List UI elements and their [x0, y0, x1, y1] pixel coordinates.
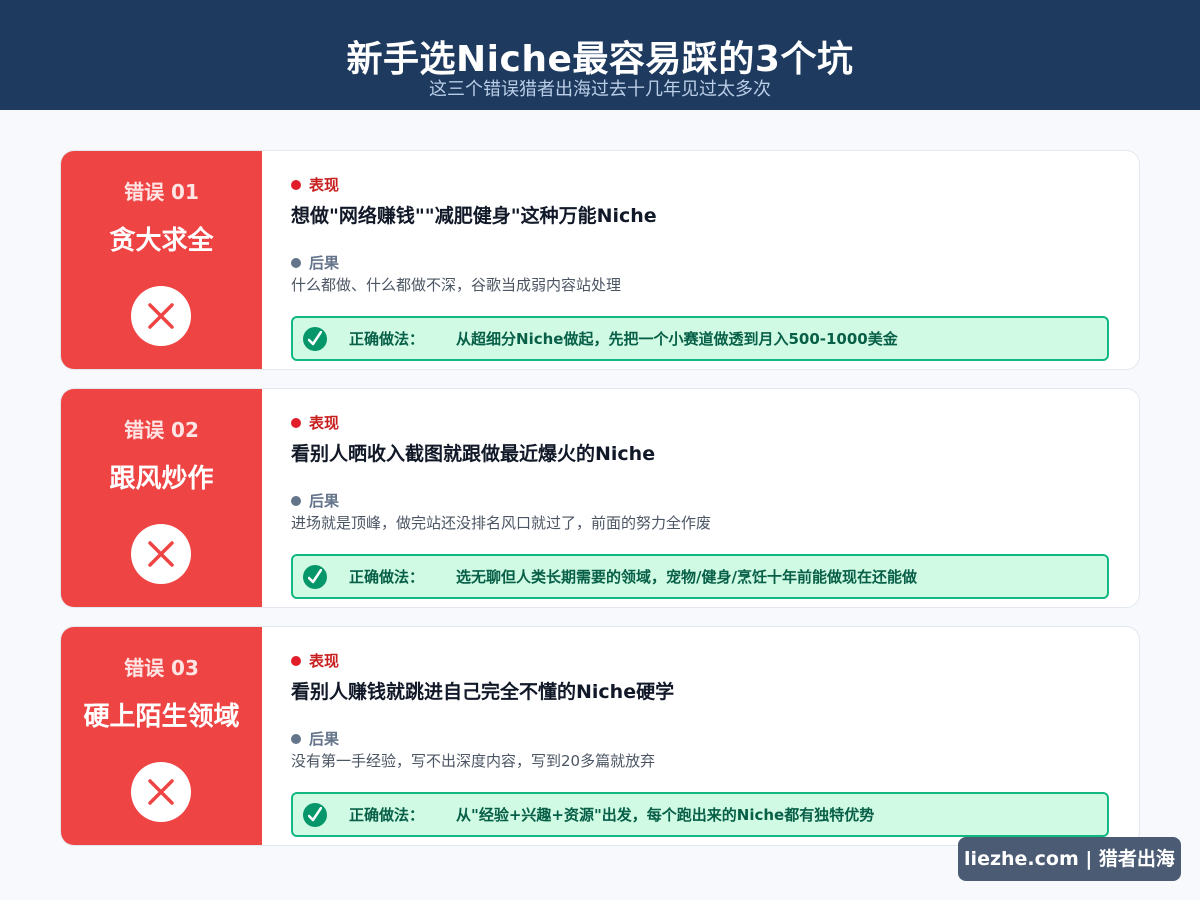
fix-text: 从超细分Niche做起，先把一个小赛道做透到月入500-1000美金 — [456, 330, 898, 348]
behavior-label-row: 表现 — [291, 175, 339, 195]
mistake-badge-panel: 错误 02 跟风炒作 — [61, 389, 262, 607]
mistake-details: 表现 看别人晒收入截图就跟做最近爆火的Niche 后果 进场就是顶峰，做完站还没… — [291, 389, 1109, 607]
behavior-label-row: 表现 — [291, 413, 339, 433]
consequence-label-row: 后果 — [291, 253, 339, 273]
fix-box: 正确做法： 选无聊但人类长期需要的领域，宠物/健身/烹饪十年前能做现在还能做 — [291, 554, 1109, 599]
fix-label: 正确做法： — [349, 568, 425, 586]
gray-dot-icon — [291, 258, 301, 268]
mistake-card-03: 错误 03 硬上陌生领域 表现 看别人赚钱就跳进自己完全不懂的Niche硬学 后… — [60, 626, 1140, 846]
behavior-text: 想做"网络赚钱""减肥健身"这种万能Niche — [291, 205, 657, 227]
fix-label: 正确做法： — [349, 330, 425, 348]
mistake-name: 贪大求全 — [109, 226, 214, 256]
check-circle-icon — [303, 326, 327, 351]
consequence-text: 什么都做、什么都做不深，谷歌当成弱内容站处理 — [291, 276, 622, 294]
fix-box: 正确做法： 从"经验+兴趣+资源"出发，每个跑出来的Niche都有独特优势 — [291, 792, 1109, 837]
mistake-number: 错误 01 — [124, 180, 199, 204]
check-circle-icon — [303, 564, 327, 589]
fix-text: 选无聊但人类长期需要的领域，宠物/健身/烹饪十年前能做现在还能做 — [456, 568, 917, 586]
consequence-text: 进场就是顶峰，做完站还没排名风口就过了，前面的努力全作废 — [291, 514, 712, 532]
fix-text: 从"经验+兴趣+资源"出发，每个跑出来的Niche都有独特优势 — [456, 806, 875, 824]
consequence-label: 后果 — [309, 492, 340, 510]
behavior-label: 表现 — [309, 176, 340, 194]
consequence-label-row: 后果 — [291, 491, 339, 511]
behavior-text: 看别人晒收入截图就跟做最近爆火的Niche — [291, 443, 656, 465]
page-subtitle: 这三个错误猎者出海过去十几年见过太多次 — [429, 79, 771, 100]
mistake-name: 跟风炒作 — [109, 464, 214, 494]
page-title: 新手选Niche最容易踩的3个坑 — [346, 39, 854, 80]
x-circle-icon — [131, 762, 191, 822]
mistake-badge-panel: 错误 01 贪大求全 — [61, 151, 262, 369]
mistake-badge-panel: 错误 03 硬上陌生领域 — [61, 627, 262, 845]
red-dot-icon — [291, 656, 301, 666]
gray-dot-icon — [291, 496, 301, 506]
consequence-label: 后果 — [309, 254, 340, 272]
red-dot-icon — [291, 180, 301, 190]
fix-box: 正确做法： 从超细分Niche做起，先把一个小赛道做透到月入500-1000美金 — [291, 316, 1109, 361]
mistake-card-01: 错误 01 贪大求全 表现 想做"网络赚钱""减肥健身"这种万能Niche 后果… — [60, 150, 1140, 370]
x-circle-icon — [131, 524, 191, 584]
brand-watermark: liezhe.com | 猎者出海 — [958, 837, 1181, 881]
mistake-number: 错误 03 — [124, 656, 199, 680]
red-dot-icon — [291, 418, 301, 428]
mistake-card-02: 错误 02 跟风炒作 表现 看别人晒收入截图就跟做最近爆火的Niche 后果 进… — [60, 388, 1140, 608]
mistake-name: 硬上陌生领域 — [83, 702, 240, 732]
consequence-label: 后果 — [309, 730, 340, 748]
gray-dot-icon — [291, 734, 301, 744]
mistake-details: 表现 看别人赚钱就跳进自己完全不懂的Niche硬学 后果 没有第一手经验，写不出… — [291, 627, 1109, 845]
behavior-label-row: 表现 — [291, 651, 339, 671]
behavior-label: 表现 — [309, 652, 340, 670]
consequence-text: 没有第一手经验，写不出深度内容，写到20多篇就放弃 — [291, 752, 656, 770]
behavior-text: 看别人赚钱就跳进自己完全不懂的Niche硬学 — [291, 681, 675, 703]
consequence-label-row: 后果 — [291, 729, 339, 749]
mistake-number: 错误 02 — [124, 418, 199, 442]
behavior-label: 表现 — [309, 414, 340, 432]
check-circle-icon — [303, 802, 327, 827]
page-header: 新手选Niche最容易踩的3个坑 这三个错误猎者出海过去十几年见过太多次 — [0, 0, 1200, 110]
mistake-details: 表现 想做"网络赚钱""减肥健身"这种万能Niche 后果 什么都做、什么都做不… — [291, 151, 1109, 369]
x-circle-icon — [131, 286, 191, 346]
fix-label: 正确做法： — [349, 806, 425, 824]
